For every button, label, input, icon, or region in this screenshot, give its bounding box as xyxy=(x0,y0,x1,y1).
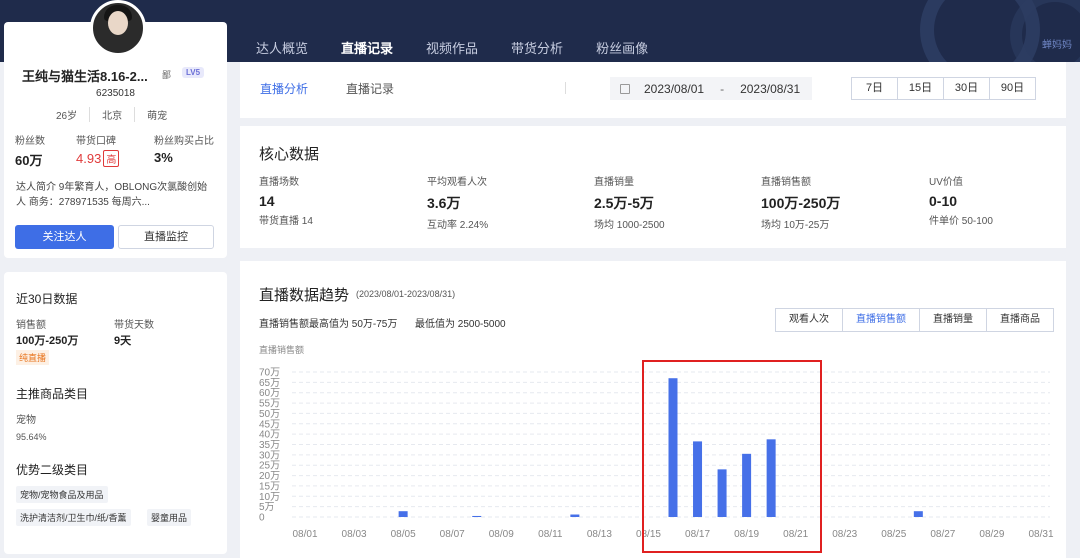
highlight-box xyxy=(642,360,822,553)
sales-bar-chart: 05万10万15万20万25万30万35万40万45万50万55万60万65万7… xyxy=(259,368,1054,541)
y-tick-label: 55万 xyxy=(259,399,280,410)
y-tick-label: 40万 xyxy=(259,430,280,441)
x-tick-label: 08/23 xyxy=(832,529,857,540)
x-tick-label: 08/03 xyxy=(342,529,367,540)
y-tick-label: 25万 xyxy=(259,461,280,472)
y-tick-label: 45万 xyxy=(259,419,280,430)
bar xyxy=(472,515,482,517)
y-tick-label: 10万 xyxy=(259,492,280,503)
bar xyxy=(570,514,580,517)
bar xyxy=(398,511,408,517)
y-tick-label: 60万 xyxy=(259,388,280,399)
y-tick-label: 15万 xyxy=(259,481,280,492)
y-tick-label: 5万 xyxy=(259,502,275,513)
y-tick-label: 70万 xyxy=(259,368,280,379)
x-tick-label: 08/29 xyxy=(979,529,1004,540)
x-tick-label: 08/07 xyxy=(440,529,465,540)
y-tick-label: 20万 xyxy=(259,471,280,482)
x-tick-label: 08/31 xyxy=(1028,529,1053,540)
y-tick-label: 30万 xyxy=(259,450,280,461)
x-tick-label: 08/11 xyxy=(538,529,563,540)
x-tick-label: 08/01 xyxy=(292,529,317,540)
y-tick-label: 50万 xyxy=(259,409,280,420)
x-tick-label: 08/27 xyxy=(930,529,955,540)
y-tick-label: 0 xyxy=(259,513,265,524)
x-tick-label: 08/13 xyxy=(587,529,612,540)
y-tick-label: 35万 xyxy=(259,440,280,451)
x-tick-label: 08/05 xyxy=(391,529,416,540)
x-tick-label: 08/25 xyxy=(881,529,906,540)
y-tick-label: 65万 xyxy=(259,378,280,389)
x-tick-label: 08/09 xyxy=(489,529,514,540)
bar xyxy=(913,511,923,517)
